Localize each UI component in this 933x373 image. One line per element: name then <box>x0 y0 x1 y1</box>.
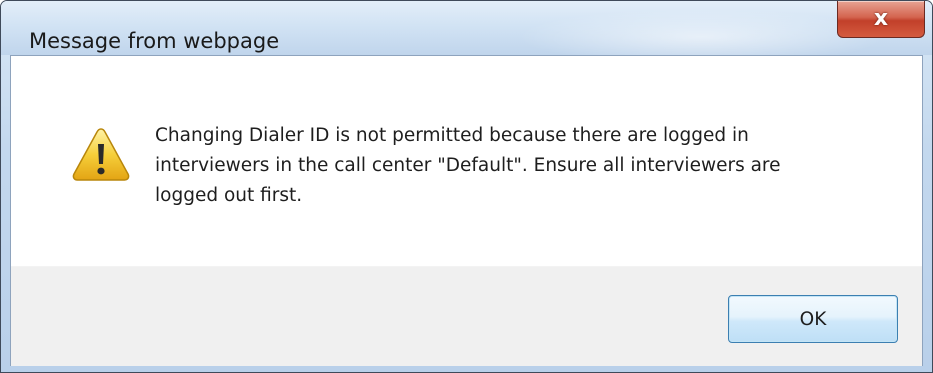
warning-icon <box>72 128 130 181</box>
dialog-body: Changing Dialer ID is not permitted beca… <box>10 55 923 366</box>
window-title: Message from webpage <box>29 29 280 53</box>
message-area: Changing Dialer ID is not permitted beca… <box>11 56 922 266</box>
close-icon: x <box>873 6 889 31</box>
title-bar[interactable]: Message from webpage x <box>1 1 932 55</box>
message-dialog-window: Message from webpage x Changing Dialer I… <box>0 0 933 373</box>
dialog-message: Changing Dialer ID is not permitted beca… <box>155 125 781 206</box>
close-button[interactable]: x <box>837 1 925 38</box>
button-bar: OK <box>11 266 922 366</box>
ok-button[interactable]: OK <box>728 295 898 343</box>
